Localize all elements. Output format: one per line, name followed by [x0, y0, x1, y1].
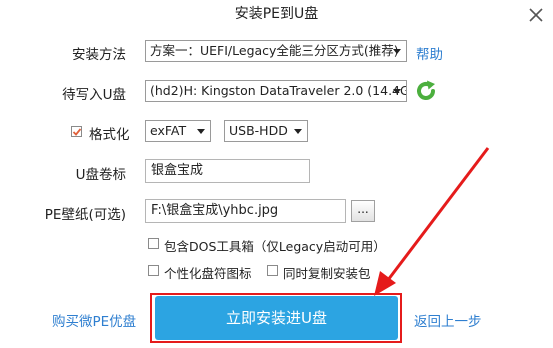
- wallpaper-label: PE壁纸(可选): [44, 207, 126, 223]
- install-method-select[interactable]: 方案一：UEFI/Legacy全能三分区方式(推荐): [145, 40, 407, 62]
- custom-icon-checkbox[interactable]: [148, 265, 159, 276]
- arrow-annotation: [374, 147, 490, 296]
- target-drive-select[interactable]: (hd2)H: Kingston DataTraveler 2.0 (14.4G: [145, 80, 407, 102]
- dos-toolbox-checkbox[interactable]: [148, 238, 159, 249]
- wallpaper-path-input[interactable]: F:\银盒宝成\yhbc.jpg: [145, 199, 346, 223]
- buy-pe-drive-link[interactable]: 购买微PE优盘: [52, 310, 136, 330]
- dos-toolbox-label: 包含DOS工具箱（仅Legacy启动可用）: [164, 239, 386, 254]
- close-icon[interactable]: [527, 6, 545, 24]
- chevron-down-icon: [197, 129, 205, 134]
- copy-installer-checkbox[interactable]: [267, 265, 278, 276]
- copy-installer-label: 同时复制安装包: [283, 266, 371, 281]
- volume-label-label: U盘卷标: [75, 167, 126, 183]
- refresh-icon[interactable]: [414, 79, 438, 103]
- target-drive-label: 待写入U盘: [62, 87, 126, 103]
- help-link[interactable]: 帮助: [416, 43, 443, 63]
- chevron-down-icon: [294, 129, 302, 134]
- volume-label-input[interactable]: 银盒宝成: [145, 159, 310, 183]
- chevron-down-icon: [393, 49, 401, 54]
- checkmark-icon: [72, 128, 82, 136]
- target-drive-value: (hd2)H: Kingston DataTraveler 2.0 (14.4G: [150, 83, 407, 98]
- format-label: 格式化: [89, 127, 130, 143]
- filesystem-value: exFAT: [150, 123, 187, 138]
- filesystem-select[interactable]: exFAT: [145, 120, 211, 142]
- custom-icon-label: 个性化盘符图标: [164, 266, 252, 281]
- boot-mode-select[interactable]: USB-HDD: [224, 120, 308, 142]
- boot-mode-value: USB-HDD: [229, 123, 288, 138]
- format-checkbox[interactable]: [71, 126, 82, 137]
- install-method-label: 安装方法: [72, 47, 126, 63]
- window-title: 安装PE到U盘: [234, 6, 319, 22]
- back-link[interactable]: 返回上一步: [414, 310, 482, 330]
- install-method-value: 方案一：UEFI/Legacy全能三分区方式(推荐): [150, 43, 399, 58]
- button-highlight-box: [150, 293, 402, 343]
- chevron-down-icon: [393, 89, 401, 94]
